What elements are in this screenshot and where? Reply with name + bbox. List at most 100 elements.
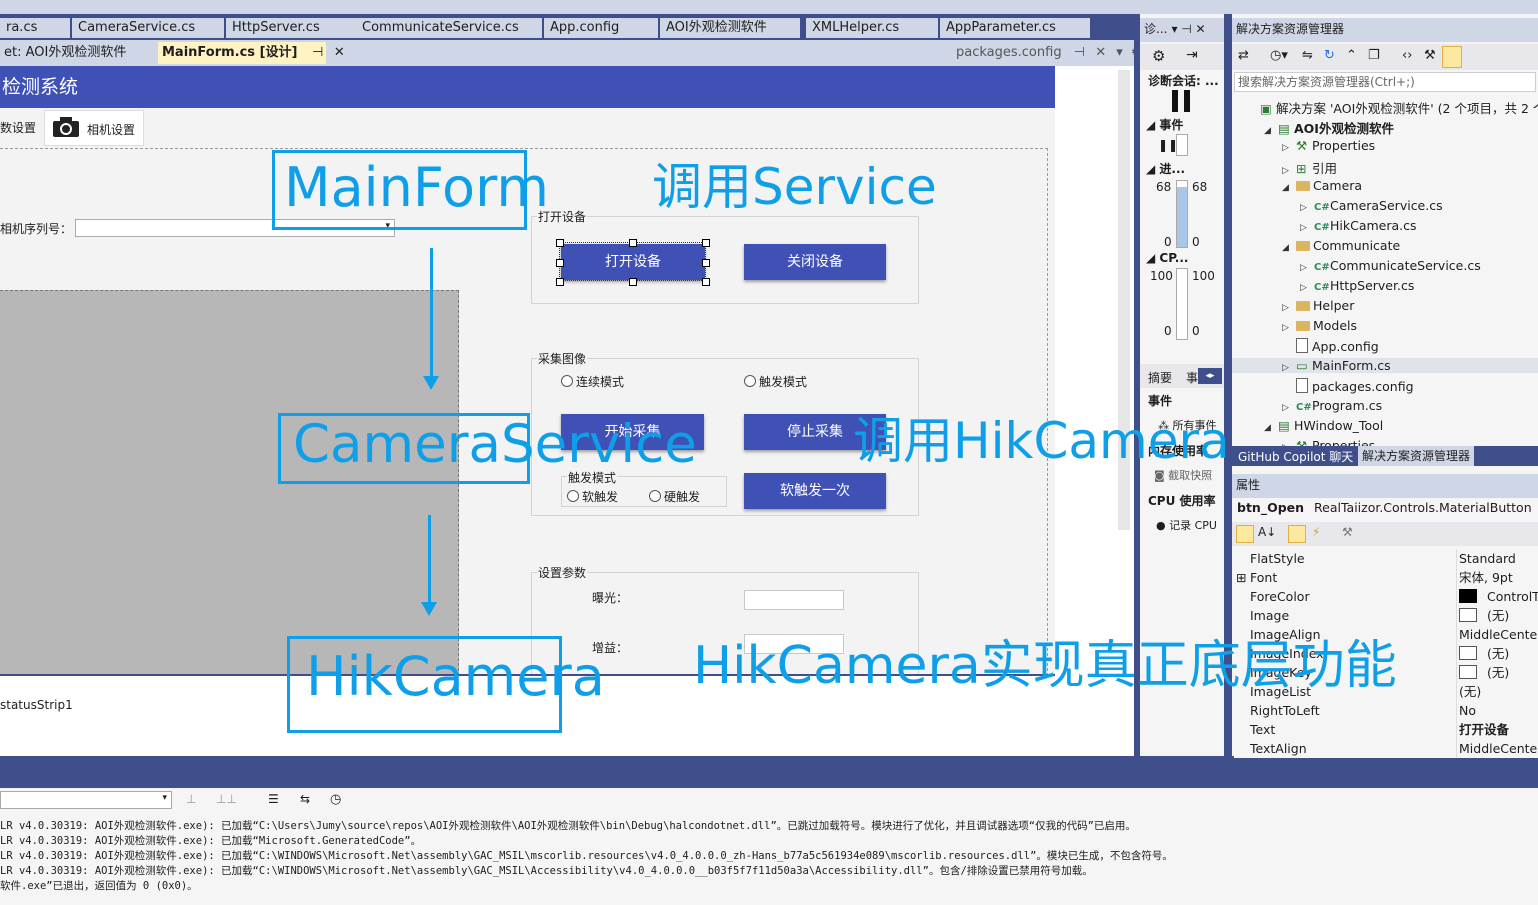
resize-handle[interactable] [556, 239, 564, 247]
clear-all-icon[interactable]: ☰ [268, 792, 279, 806]
find-message-icon[interactable]: ⊥ [186, 792, 196, 806]
property-value[interactable]: MiddleCenter [1459, 625, 1538, 644]
property-value[interactable]: 宋体, 9pt [1459, 568, 1513, 587]
chevron-icon[interactable]: ◢ [1282, 183, 1296, 193]
clock-icon[interactable]: ◷ [330, 792, 341, 807]
chevron-icon[interactable]: ▷ [1300, 283, 1314, 293]
property-value[interactable]: ControlText [1459, 587, 1538, 606]
resize-handle[interactable] [556, 259, 564, 267]
file-tab[interactable]: App.config [544, 18, 658, 38]
cpu-section[interactable]: ◢ CP... [1146, 251, 1188, 265]
gear-icon[interactable]: ⚙ [1152, 47, 1165, 65]
property-value[interactable]: (无) [1459, 644, 1509, 663]
property-row[interactable]: TextAlign MiddleCenter [1234, 739, 1538, 758]
tab-params[interactable]: 数设置 [0, 112, 44, 144]
wrench-icon[interactable]: ⚒ [1424, 48, 1436, 63]
packages-config-tab[interactable]: packages.config ⊣ ✕ ▾ ⚙ [952, 42, 1143, 64]
file-tab[interactable]: AOI外观检测软件 [660, 18, 800, 38]
status-strip[interactable]: statusStrip1 [0, 698, 73, 712]
property-row[interactable]: Image (无) [1234, 606, 1538, 625]
tab-summary[interactable]: 摘要 [1148, 369, 1172, 386]
history-icon[interactable]: ◷▾ [1270, 48, 1288, 63]
property-row[interactable]: FlatStyle Standard [1234, 549, 1538, 568]
categorized-icon[interactable] [1236, 525, 1254, 543]
tree-item[interactable]: ▷ ▭ MainForm.cs [1232, 358, 1538, 373]
word-wrap-icon[interactable]: ⇆ [300, 792, 310, 806]
refresh-icon[interactable]: ↻ [1324, 48, 1335, 63]
tab-solution-explorer[interactable]: 解决方案资源管理器 [1358, 446, 1475, 466]
pin-icon[interactable]: ⊣ [1074, 45, 1085, 60]
tree-item[interactable]: ▣ 解决方案 'AOI外观检测软件' (2 个项目，共 2 个) [1246, 98, 1538, 117]
tab-copilot-chat[interactable]: GitHub Copilot 聊天 [1238, 448, 1353, 465]
chevron-icon[interactable]: ▷ [1300, 223, 1314, 233]
solution-search-input[interactable]: 搜索解决方案资源管理器(Ctrl+;) [1234, 72, 1536, 92]
chevron-icon[interactable]: ▷ [1282, 166, 1296, 176]
pin-icon[interactable]: ▾ ⊣ ✕ [1171, 22, 1205, 36]
scroll-arrows-icon[interactable]: ◂▸ [1198, 368, 1222, 384]
preview-icon[interactable] [1442, 46, 1462, 68]
tab-events[interactable]: 事 [1186, 369, 1198, 386]
property-row[interactable]: RightToLeft No [1234, 701, 1538, 720]
close-icon[interactable]: ✕ [1095, 45, 1106, 60]
property-value[interactable]: (无) [1459, 663, 1509, 682]
properties-icon[interactable] [1288, 525, 1306, 543]
tree-item[interactable]: ▷ C#HikCamera.cs [1300, 218, 1417, 233]
tree-item[interactable]: ◢ ▤ AOI外观检测软件 [1264, 118, 1394, 137]
chevron-icon[interactable]: ◢ [1282, 243, 1296, 253]
tree-item[interactable]: ▷ C#HttpServer.cs [1300, 278, 1414, 293]
tree-item[interactable]: ▷ C#Program.cs [1282, 398, 1382, 413]
project-tab[interactable]: et: AOI外观检测软件 [0, 42, 156, 64]
sync-icon[interactable]: ⇄ [1238, 48, 1249, 63]
file-tab[interactable]: ra.cs [0, 18, 70, 38]
switch-view-icon[interactable]: ⇋ [1302, 48, 1313, 63]
property-row[interactable]: ⊞ Font 宋体, 9pt [1234, 568, 1538, 587]
chevron-icon[interactable]: ▷ [1282, 143, 1296, 153]
file-tab[interactable]: CommunicateService.cs [356, 18, 542, 38]
property-row[interactable]: ForeColor ControlText [1234, 587, 1538, 606]
chevron-icon[interactable]: ▷ [1282, 363, 1296, 373]
tree-item[interactable]: ◢ ▤ HWindow_Tool [1264, 418, 1383, 433]
resize-handle[interactable] [629, 278, 637, 286]
file-tab[interactable]: CameraService.cs [72, 18, 224, 38]
pin-icon[interactable]: ⊣ [312, 45, 323, 60]
export-icon[interactable]: ⇥ [1186, 47, 1198, 63]
close-icon[interactable]: ✕ [334, 45, 345, 60]
events-section[interactable]: ◢ 事件 [1146, 116, 1183, 133]
tree-item[interactable]: ▷⚒ Properties [1282, 138, 1375, 153]
resize-handle[interactable] [702, 239, 710, 247]
collapse-icon[interactable]: ⌃ [1346, 48, 1357, 63]
process-memory-section[interactable]: ◢ 进... [1146, 160, 1185, 177]
soft-trigger-once-button[interactable]: 软触发一次 [744, 473, 886, 509]
prev-message-icon[interactable]: ⊥⊥ [216, 792, 237, 806]
chevron-icon[interactable]: ▷ [1300, 263, 1314, 273]
chevron-icon[interactable]: ◢ [1264, 423, 1278, 433]
property-value[interactable]: No [1459, 701, 1476, 720]
output-source-select[interactable]: ▾ [0, 791, 172, 809]
chevron-icon[interactable]: ▷ [1282, 403, 1296, 413]
file-tab[interactable]: HttpServer.cs [226, 18, 356, 38]
resize-handle[interactable] [702, 278, 710, 286]
resize-handle[interactable] [629, 239, 637, 247]
radio-trigger[interactable]: 触发模式 [744, 373, 807, 390]
properties-object-selector[interactable]: btn_Open RealTaiizor.Controls.MaterialBu… [1237, 500, 1532, 515]
tree-item[interactable]: ▷ ⊞ 引用 [1282, 158, 1337, 177]
resize-handle[interactable] [702, 259, 710, 267]
property-pages-icon[interactable]: ⚒ [1342, 525, 1353, 539]
close-device-button[interactable]: 关闭设备 [744, 244, 886, 280]
tree-item[interactable]: packages.config [1282, 378, 1414, 394]
tree-item[interactable]: ▷ C#CommunicateService.cs [1300, 258, 1481, 273]
file-tab[interactable]: AppParameter.cs [940, 18, 1090, 38]
property-value[interactable]: (无) [1459, 606, 1509, 625]
property-row[interactable]: Text 打开设备 [1234, 720, 1538, 739]
expand-icon[interactable]: ⊞ [1236, 568, 1246, 587]
tree-item[interactable]: App.config [1282, 338, 1379, 354]
radio-soft-trigger[interactable]: 软触发 [567, 488, 618, 505]
property-value[interactable]: MiddleCenter [1459, 739, 1538, 758]
code-icon[interactable]: ‹› [1402, 48, 1412, 63]
radio-hard-trigger[interactable]: 硬触发 [649, 488, 700, 505]
tab-camera-settings[interactable]: 相机设置 [44, 110, 144, 146]
chevron-icon[interactable]: ▷ [1300, 203, 1314, 213]
tree-item[interactable]: ◢ Communicate [1282, 238, 1400, 253]
resize-handle[interactable] [556, 278, 564, 286]
tree-item[interactable]: ▷ C#CameraService.cs [1300, 198, 1443, 213]
